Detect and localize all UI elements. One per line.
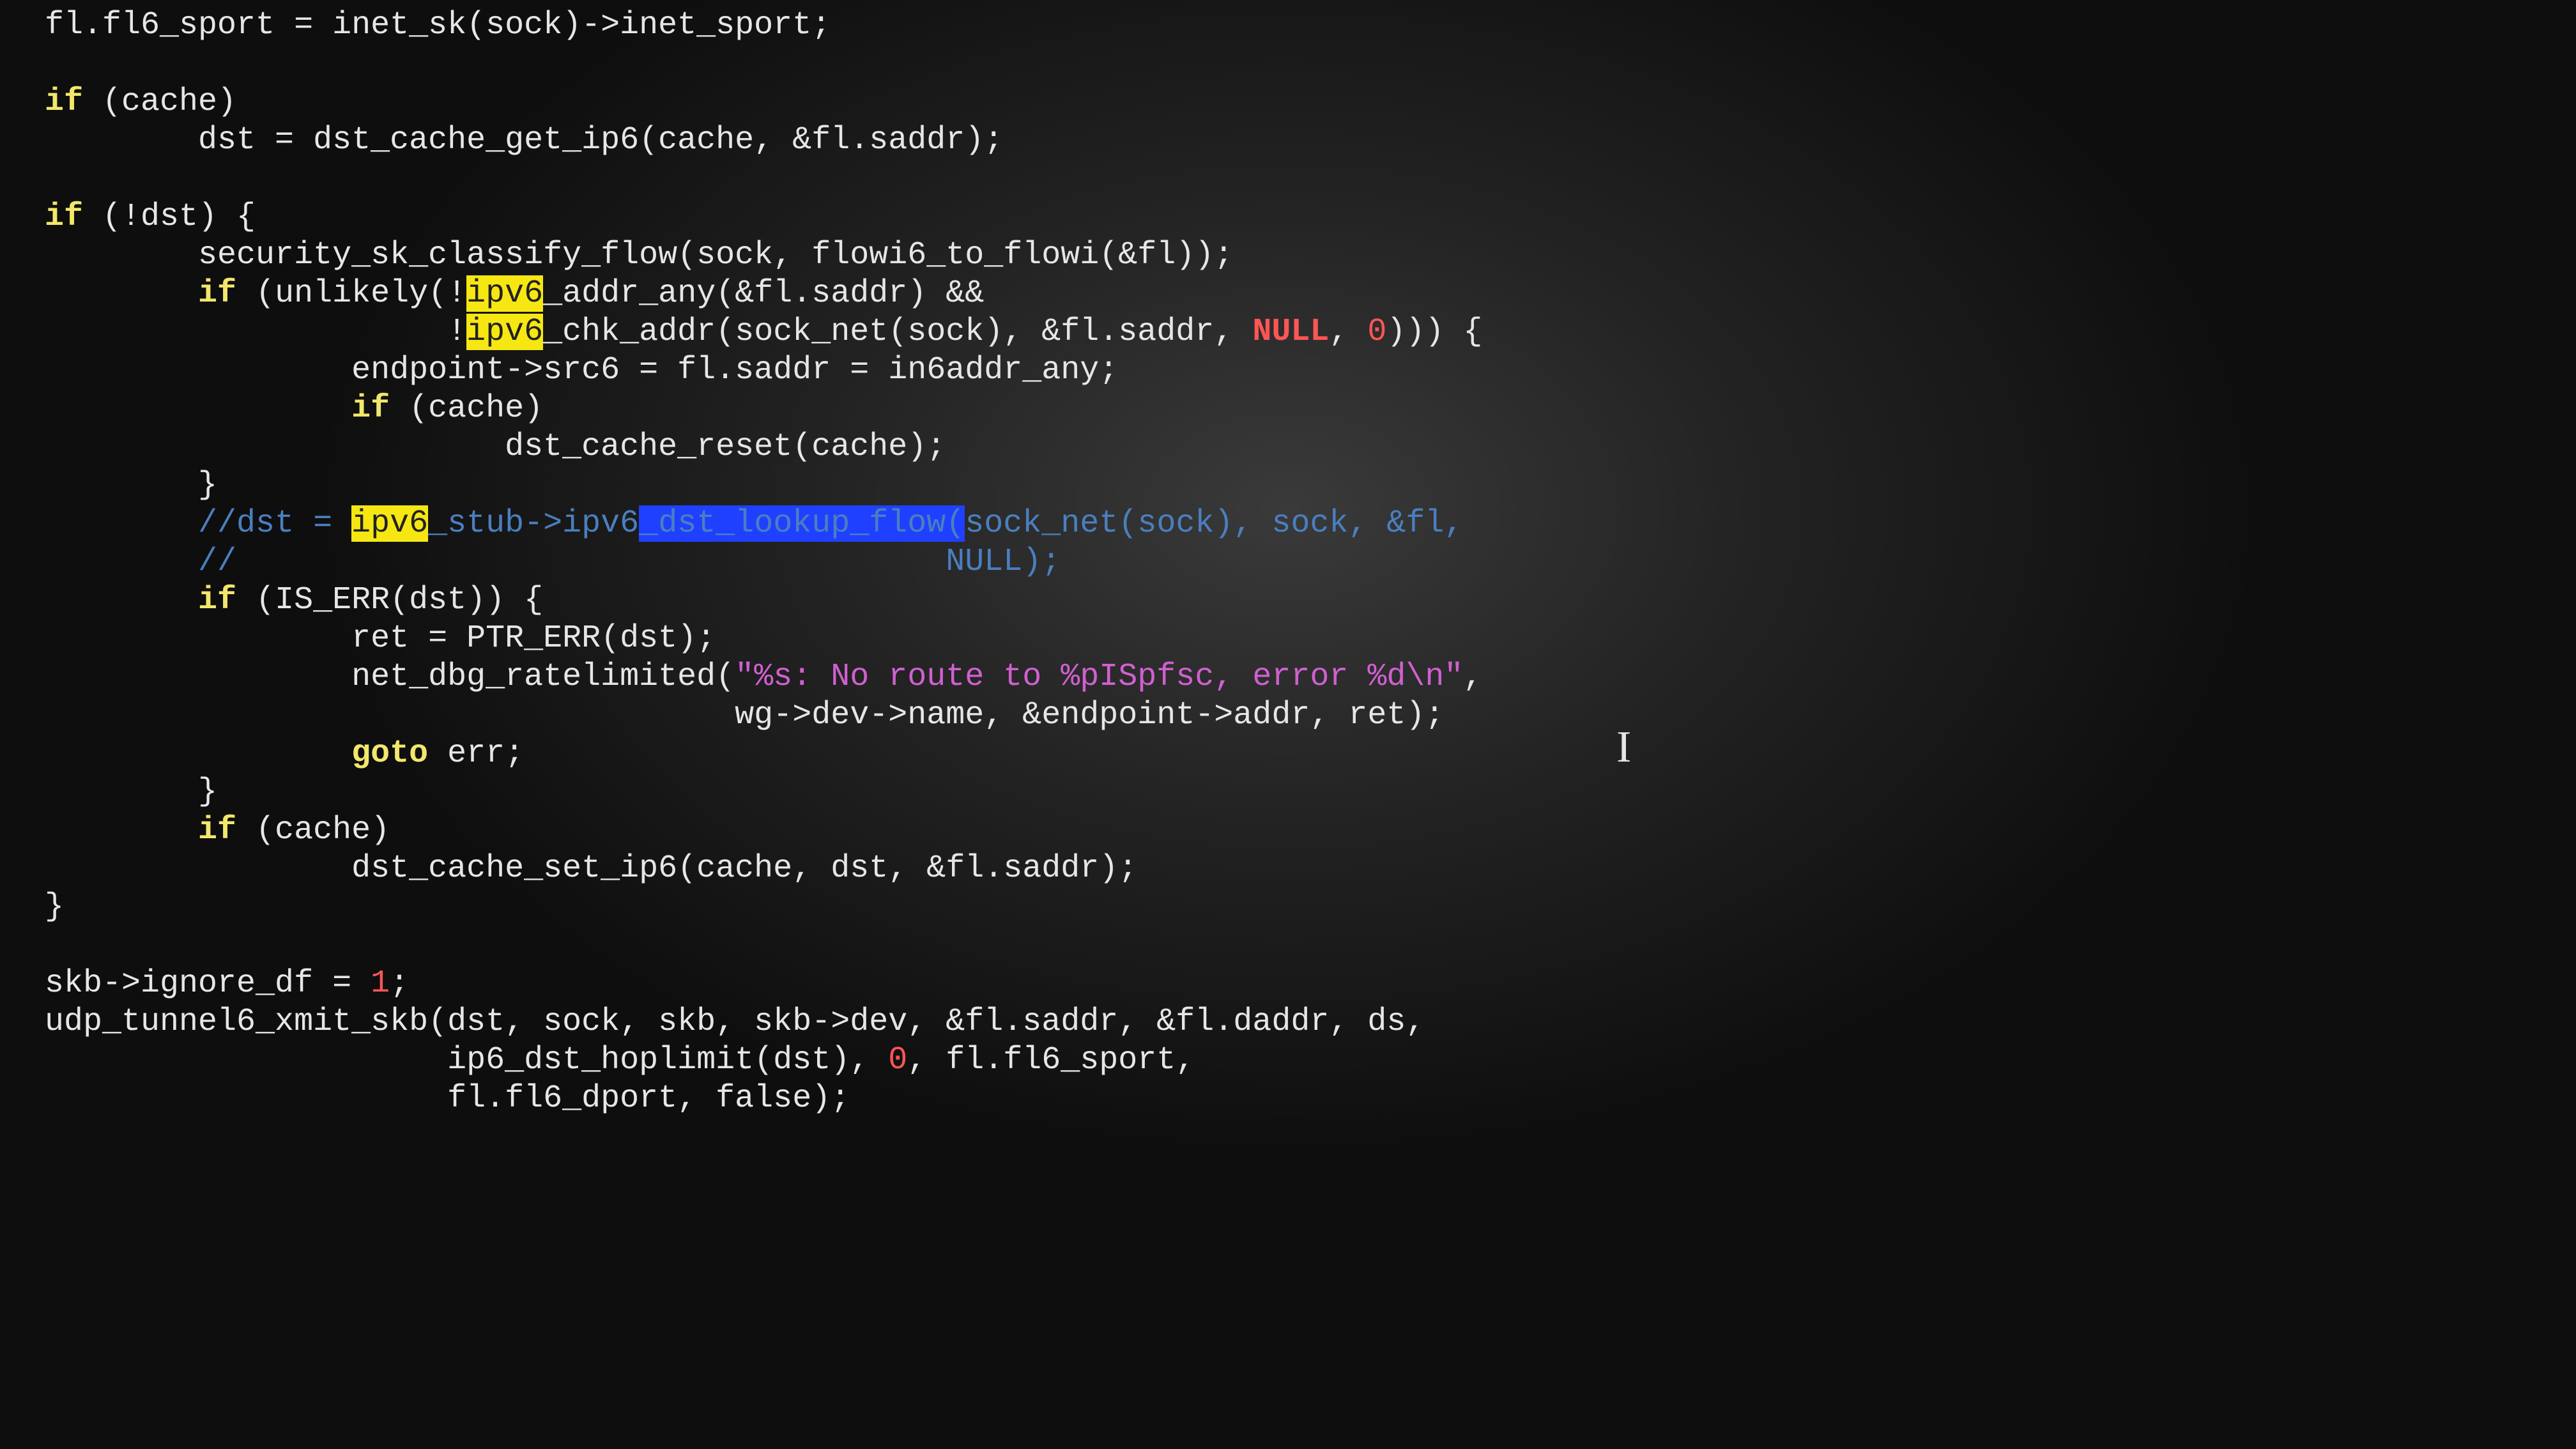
search-match: ipv6 (466, 275, 543, 312)
null-literal: NULL (1252, 314, 1329, 350)
keyword: goto (351, 735, 428, 772)
keyword: if (198, 582, 236, 618)
code-editor[interactable]: fl.fl6_sport = inet_sk(sock)->inet_sport… (0, 0, 2576, 1124)
keyword: if (198, 812, 236, 848)
number-literal: 0 (888, 1042, 907, 1078)
search-match: ipv6 (466, 314, 543, 350)
comment: //dst = ipv6_stub->ipv6_dst_lookup_flow(… (198, 505, 1463, 542)
number-literal: 1 (371, 965, 390, 1002)
text-selection: _dst_lookup_flow( (639, 505, 965, 542)
keyword: if (351, 390, 390, 427)
keyword: if (198, 275, 236, 312)
keyword: if (45, 199, 83, 235)
keyword: if (45, 84, 83, 120)
string-literal: "%s: No route to %pISpfsc, error %d\n" (735, 659, 1463, 695)
comment: // NULL); (198, 544, 1061, 580)
search-match: ipv6 (351, 505, 428, 542)
number-literal: 0 (1367, 314, 1386, 350)
